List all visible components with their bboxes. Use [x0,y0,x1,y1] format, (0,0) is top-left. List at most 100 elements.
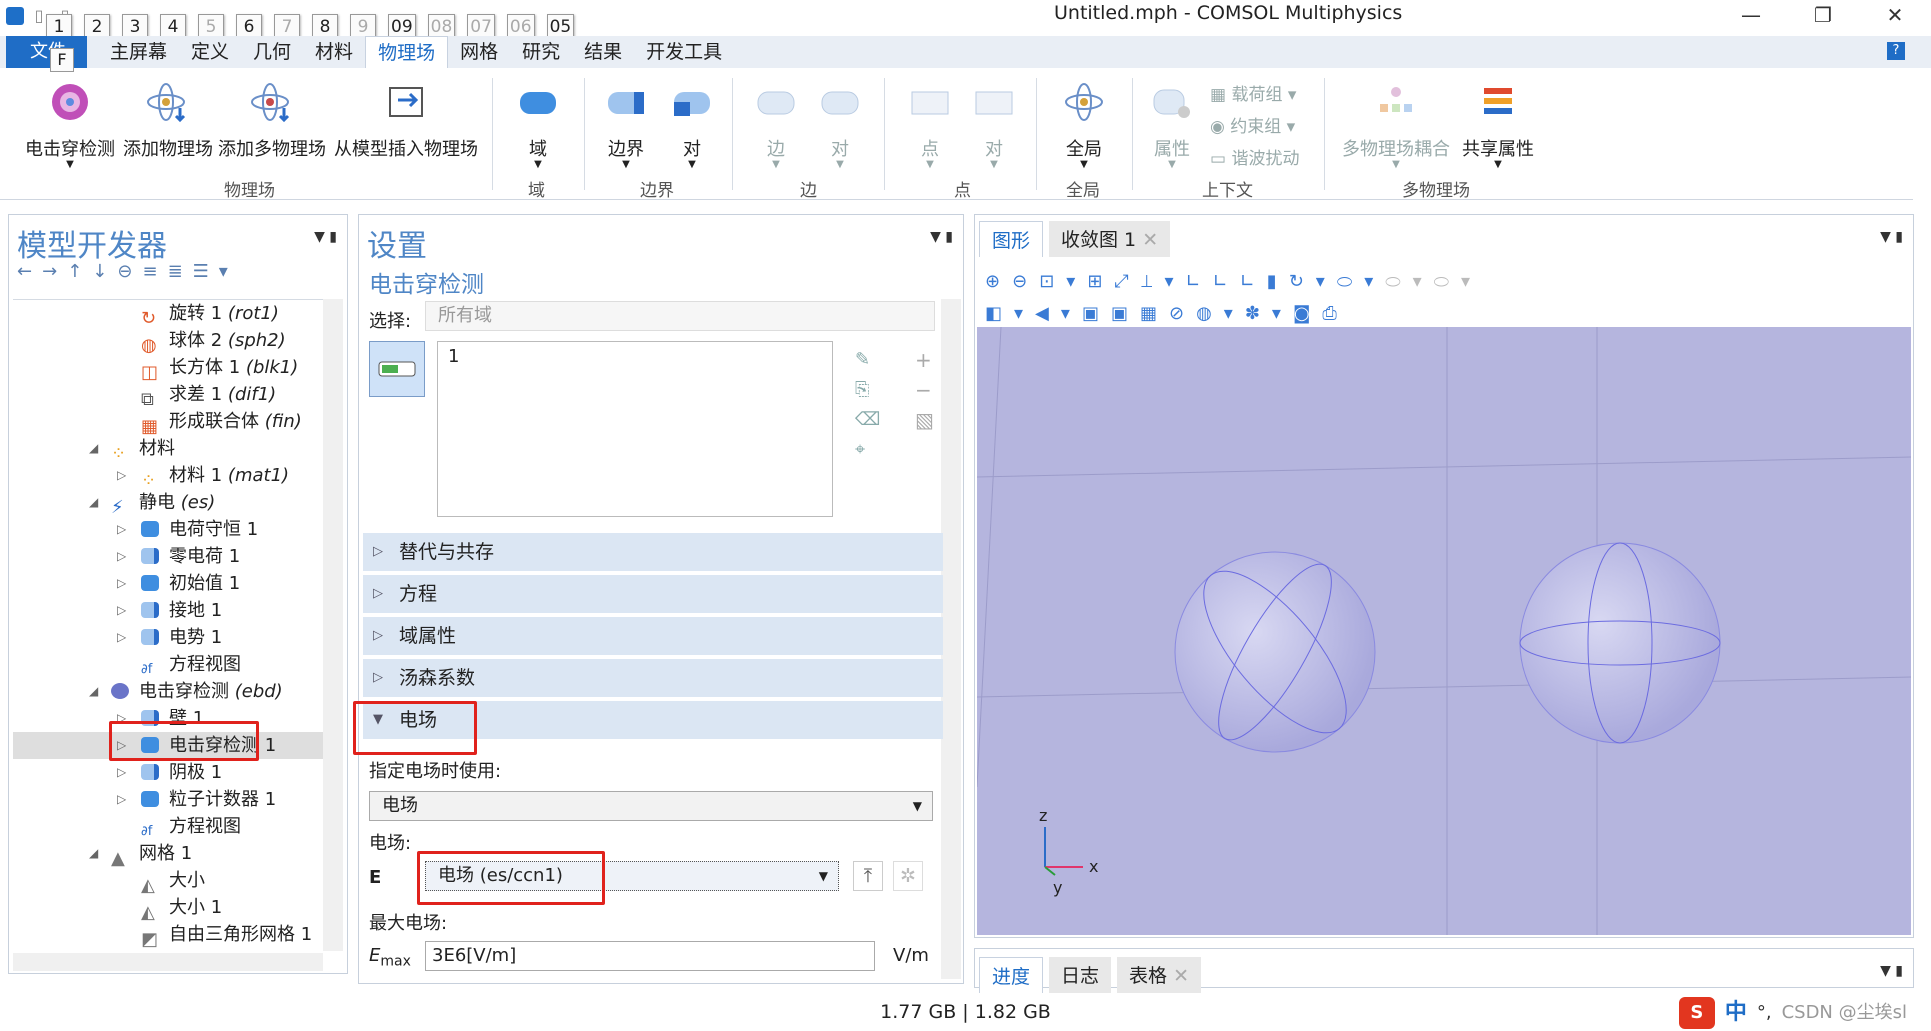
insert-physics-from-model-button[interactable]: 从模型插入物理场 [330,82,482,161]
reset-icon[interactable]: ✽▾ [1245,303,1293,324]
zoom-box-icon[interactable]: ⊡▾ [1039,271,1087,292]
point-pair-button[interactable]: 对 ▼ [966,82,1022,170]
clear-icon[interactable]: ▧ [915,405,934,435]
tree-item-mesh[interactable]: ◢ ▲ 网格 1 [13,840,323,869]
zoom-in-icon[interactable]: ⊕ [985,271,1012,292]
emax-input[interactable]: 3E6[V/m] [425,941,875,971]
grid-icon[interactable]: ▦ [1140,303,1169,324]
tab-log[interactable]: 日志 [1049,957,1112,993]
transparency-icon[interactable]: ⤢ [1114,271,1140,292]
section-override[interactable]: ▷ 替代与共存 [363,533,943,571]
up-icon[interactable]: ↑ [67,261,92,282]
go-to-source-icon[interactable]: ⤒ [853,861,883,891]
tab-geometry[interactable]: 几何 [241,36,303,68]
tree-item-potential[interactable]: ▷ 电势 1 [13,624,323,651]
constraint-group-button[interactable]: ◉ 约束组 ▾ [1210,112,1295,137]
section-equation[interactable]: ▷ 方程 [363,575,943,613]
add-physics-button[interactable]: 添加物理场 [122,82,214,161]
collapse-icon[interactable]: ≣ [168,261,193,282]
collapse-arrow-icon[interactable]: ◢ [89,489,98,516]
remove-icon[interactable]: − [915,375,934,405]
select-boundary-icon[interactable]: ⬭▾ [1385,271,1433,292]
section-domain-properties[interactable]: ▷ 域属性 [363,617,943,655]
tree-item-particle-counter[interactable]: ▷ 粒子计数器 1 [13,786,323,813]
tab-progress[interactable]: 进度 [979,957,1044,993]
tree-scrollbar[interactable] [323,299,343,951]
graphics-canvas[interactable]: z x y [977,327,1911,935]
rotate-view-icon[interactable]: ↻▾ [1289,271,1337,292]
add-multiphysics-button[interactable]: 添加多物理场 [218,82,326,161]
properties-button[interactable]: 属性 ▼ [1144,82,1200,170]
ime-punct-icon[interactable]: °, [1757,994,1772,1031]
tree-item-charge-conservation[interactable]: ▷ 电荷守恒 1 [13,516,323,543]
sphere-right[interactable] [1519,542,1721,744]
restore-button[interactable]: ❐ [1787,0,1859,32]
tab-definitions[interactable]: 定义 [179,36,241,68]
selection-toggle-button[interactable] [369,341,425,397]
close-button[interactable]: ✕ [1859,0,1931,32]
tree-item-dif1[interactable]: ⧉ 求差 1 (dif1) [13,381,323,410]
section-townsend[interactable]: ▷ 汤森系数 [363,659,943,697]
domain-button[interactable]: 域 ▼ [508,82,568,170]
boundary-button[interactable]: 边界 ▼ [596,82,656,170]
sphere-left[interactable] [1174,550,1376,755]
settings-icon[interactable]: ✲ [893,861,923,891]
zoom-extents-icon[interactable]: ⊞ [1087,271,1114,292]
scene-light-icon[interactable]: ◧▾ [985,303,1035,324]
tree-item-sph2[interactable]: ◍ 球体 2 (sph2) [13,327,323,356]
select-domain-icon[interactable]: ⬭▾ [1337,271,1385,292]
render-icon[interactable]: ▣ [1111,303,1140,324]
panel-menu-icon[interactable]: ▼ ▮ [930,229,953,245]
edge-button[interactable]: 边 ▼ [746,82,806,170]
expand-arrow-icon[interactable]: ▷ [117,462,126,489]
tree-item-zero-charge[interactable]: ▷ 零电荷 1 [13,543,323,570]
tab-developer[interactable]: 开发工具 [634,36,734,68]
tree-item-mat1[interactable]: ▷ ⁘ 材料 1 (mat1) [13,462,323,491]
clear-selection-icon[interactable]: ⊘ [1169,303,1196,324]
multiphysics-coupling-button[interactable]: 多物理场耦合 ▼ [1340,82,1452,170]
down-icon[interactable]: ↓ [92,261,117,282]
collapse-arrow-icon[interactable]: ◢ [89,435,98,462]
panel-menu-icon[interactable]: ▼ ▮ [1880,963,1903,979]
tree-item-size[interactable]: ◭ 大小 [13,867,323,896]
tree-item-es[interactable]: ◢ ⚡ 静电 (es) [13,489,323,518]
zoom-out-icon[interactable]: ⊖ [1012,271,1039,292]
close-icon[interactable]: ✕ [1142,229,1158,251]
tree-item-materials[interactable]: ◢ ⁘ 材料 [13,435,323,464]
print-icon[interactable]: ⎙ [1322,303,1348,324]
boundary-pair-button[interactable]: 对 ▼ [664,82,720,170]
tab-table[interactable]: 表格 ✕ [1117,957,1202,993]
tab-materials[interactable]: 材料 [303,36,365,68]
tree-item-blk1[interactable]: ◫ 长方体 1 (blk1) [13,354,323,383]
tab-results[interactable]: 结果 [572,36,634,68]
tree-item-free-triangular[interactable]: ◩ 自由三角形网格 1 [13,921,323,950]
camera-icon[interactable]: ◙ [1293,303,1322,324]
copy-selection-icon[interactable]: ⎘ [855,375,880,405]
expand-icon[interactable]: ≡ [142,261,167,282]
help-icon[interactable]: ? [1887,42,1905,60]
back-icon[interactable]: ← [17,261,42,282]
tree-item-ground[interactable]: ▷ 接地 1 [13,597,323,624]
selection-mode-icon[interactable]: ◀▾ [1035,303,1082,324]
harmonic-perturbation-button[interactable]: ▭ 谐波扰动 [1210,144,1299,169]
field-use-dropdown[interactable]: 电场 ▼ [369,791,933,821]
panel-menu-icon[interactable]: ▼ ▮ [1880,229,1903,245]
settings-scrollbar[interactable] [941,299,961,979]
panel-menu-icon[interactable]: ▼ ▮ [314,229,337,245]
shared-properties-button[interactable]: 共享属性 ▼ [1458,82,1538,170]
minimize-button[interactable]: — [1715,0,1787,32]
show-icon[interactable]: ⊖ [117,261,142,282]
edge-pair-button[interactable]: 对 ▼ [812,82,868,170]
tab-home[interactable]: 主屏幕 [98,36,179,68]
add-icon[interactable]: + [915,345,934,375]
axis-icon[interactable]: ⟂▾ [1141,271,1186,292]
point-button[interactable]: 点 ▼ [900,82,960,170]
tree-hscrollbar[interactable] [13,953,323,971]
tree-item-fin[interactable]: ▦ 形成联合体 (fin) [13,408,323,437]
close-icon[interactable]: ✕ [1173,965,1189,987]
view-icon[interactable]: ▮ [1267,271,1289,292]
electric-breakdown-button[interactable]: 电击穿检测 ▼ [20,82,120,170]
tree-item-rot1[interactable]: ↻ 旋转 1 (rot1) [13,300,323,329]
selection-list[interactable]: 1 [437,341,833,517]
selection-list-item[interactable]: 1 [448,346,459,367]
